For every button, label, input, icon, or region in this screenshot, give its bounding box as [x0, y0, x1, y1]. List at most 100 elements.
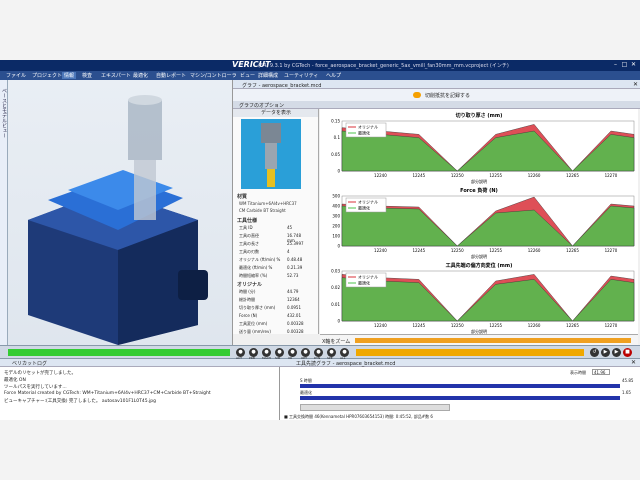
menu-optimize[interactable]: 最適化 — [133, 72, 148, 79]
data-row-key: 時間短縮率 (%) — [239, 273, 268, 278]
x-tick-label: 12270 — [605, 323, 618, 328]
menu-file[interactable]: ファイル — [6, 72, 26, 79]
zoom-slider[interactable] — [355, 338, 631, 343]
data-row: 総計時間 12364 — [239, 297, 309, 303]
legend-label: オリジナル — [358, 199, 378, 205]
data-row-key: 最適化 (ft/min) % — [239, 265, 273, 270]
x-tick-label: 12245 — [412, 248, 425, 253]
y-tick-label: 0.05 — [331, 152, 340, 157]
data-row-value: 0.00328 — [287, 321, 304, 326]
play-icon[interactable]: ▶ — [612, 348, 621, 357]
material-heading: 材質 — [237, 194, 248, 200]
material-line: CM Carbide BT Straight — [239, 208, 286, 213]
menu-view[interactable]: ビュー — [240, 72, 255, 79]
status-header: 工具先読グラフ - aerospace_bracket.mcd ✕ — [280, 359, 640, 367]
x-tick-label: 12245 — [412, 323, 425, 328]
close-icon[interactable]: ✕ — [631, 359, 636, 366]
status-panel: 工具先読グラフ - aerospace_bracket.mcd ✕ 表示時間 4… — [280, 359, 640, 420]
stop-icon[interactable]: ■ — [623, 348, 632, 357]
y-tick-label: 0 — [337, 319, 340, 324]
y-tick-label: 0 — [337, 244, 340, 249]
data-row-value: 4 — [287, 249, 290, 254]
y-tick-label: 500 — [332, 194, 340, 199]
material-line: WM Titanium+6Al4v+HRC37 — [239, 201, 297, 206]
data-row: 工具の刃数 4 — [239, 249, 309, 255]
side-tab-label: ベースとモデルビュー — [1, 88, 7, 138]
log-title: ベリカットログ — [12, 361, 48, 367]
3d-viewport[interactable] — [8, 80, 232, 345]
maximize-icon[interactable]: □ — [621, 61, 628, 69]
original-heading: オリジナル — [237, 282, 263, 288]
data-row-value: 0.0951 — [287, 305, 301, 310]
optimize-progress[interactable] — [356, 349, 584, 356]
data-row-key: 時間 (分) — [239, 289, 256, 294]
time-scrollbar[interactable] — [300, 404, 450, 411]
menu-help[interactable]: ヘルプ — [326, 72, 341, 79]
tool-image — [241, 119, 301, 189]
x-tick-label: 12255 — [489, 248, 502, 253]
display-time-label: 表示時間 — [570, 370, 586, 375]
data-row-value: 52.73 — [287, 273, 299, 278]
log-line: モデルのリセットが完了しました。 — [4, 371, 76, 376]
data-row-key: 工具の刃数 — [239, 249, 259, 254]
legend-label: 最適化 — [358, 280, 370, 286]
minimize-icon[interactable]: – — [612, 61, 619, 69]
close-icon[interactable]: ✕ — [633, 81, 638, 88]
x-tick-label: 12255 — [489, 173, 502, 178]
step-icon[interactable]: ▶ — [601, 348, 610, 357]
menu-expert[interactable]: エキスパート — [101, 72, 131, 79]
log-line: ビューキャプチャー:(工具交換) 完了しました。 autosav101F1L0T… — [4, 399, 157, 404]
data-row-value: 45 — [287, 225, 293, 230]
data-row: Force (N) 432.01 — [239, 313, 309, 319]
x-tick-label: 12260 — [528, 323, 541, 328]
x-tick-label: 12270 — [605, 248, 618, 253]
charts-svg: 切り取り厚さ (mm) 0.15 0.1 0.05 0 12240 12245 12250 12… — [331, 112, 635, 334]
graph-options[interactable]: グラフのオプション — [233, 101, 640, 109]
data-row-key: 工具の長さ — [239, 241, 259, 246]
data-row: オリジナル (ft/min) % 0.48.48 — [239, 257, 309, 263]
y-tick-label: 200 — [332, 224, 340, 229]
menu-project[interactable]: プロジェクト — [32, 72, 62, 79]
data-row-value: 44.79 — [287, 289, 299, 294]
data-row: 時間短縮率 (%) 52.73 — [239, 273, 309, 279]
side-tab[interactable]: ベースとモデルビュー — [0, 80, 8, 345]
zoom-label: X軸をズーム — [322, 339, 351, 345]
menu-inspect[interactable]: 検査 — [82, 72, 92, 79]
data-row-key: オリジナル (ft/min) % — [239, 257, 281, 262]
reset-icon[interactable]: ↺ — [590, 348, 599, 357]
record-toggle[interactable] — [413, 92, 421, 98]
graph-options-label: グラフのオプション — [239, 103, 285, 109]
data-row-key: 工具の直径 — [239, 233, 259, 238]
y-tick-label: 0 — [337, 169, 340, 174]
menu-utility[interactable]: ユーティリティ — [284, 72, 318, 79]
tool-heading: 工具仕様 — [237, 218, 258, 224]
data-row-value: 25.3997 — [287, 241, 304, 246]
close-icon[interactable]: ✕ — [630, 61, 637, 69]
data-row-key: 切り取り厚さ (mm) — [239, 305, 276, 310]
data-column: データを表示 材質 WM Titanium+6Al4v+HRC37 CM Car… — [233, 109, 319, 334]
charts-area: 切り取り厚さ (mm) 0.15 0.1 0.05 0 12240 12245 12250 12… — [320, 109, 638, 334]
data-row: 工具の長さ 25.3997 — [239, 241, 309, 247]
legend-label: オリジナル — [358, 274, 378, 280]
time-bar — [300, 384, 620, 388]
empty-area — [0, 420, 640, 480]
x-tick-label: 12265 — [566, 173, 579, 178]
machine-model-illustration — [28, 95, 208, 345]
log-line: 最適化 ON — [4, 378, 26, 383]
optimize-bar — [300, 396, 620, 400]
menu-config[interactable]: 詳細構成 — [258, 72, 278, 79]
simulation-progress[interactable] — [8, 349, 230, 356]
legend-label: 最適化 — [358, 130, 370, 136]
y-tick-label: 0.02 — [331, 285, 340, 290]
x-tick-label: 12255 — [489, 323, 502, 328]
x-tick-label: 12260 — [528, 248, 541, 253]
chart-title: Force 負荷 (N) — [460, 187, 498, 194]
x-tick-label: 12250 — [451, 323, 464, 328]
menu-machine-controller[interactable]: マシン/コントローラ — [190, 72, 237, 79]
y-tick-label: 0.03 — [331, 269, 340, 274]
y-tick-label: 100 — [332, 234, 340, 239]
log-header: ベリカットログ — [0, 359, 280, 367]
menu-auto-report[interactable]: 自動レポート — [156, 72, 186, 79]
menu-info[interactable]: 情報 — [62, 72, 77, 79]
display-time-input[interactable]: 41.96 — [592, 369, 610, 375]
